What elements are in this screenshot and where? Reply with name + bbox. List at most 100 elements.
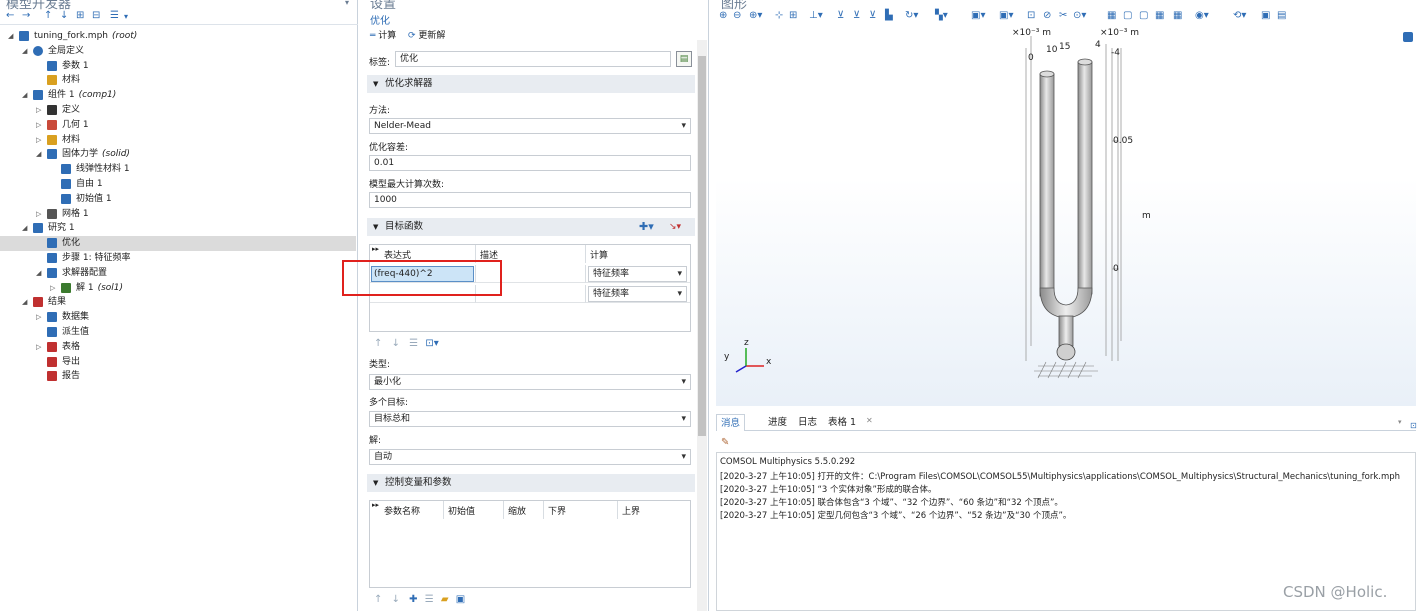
collapsed-arrow-icon[interactable]: ▷ bbox=[36, 340, 41, 355]
optimality-tolerance-field[interactable]: 0.01 bbox=[369, 155, 691, 171]
objective-row-2-evaluate-select[interactable]: 特征频率 bbox=[588, 286, 687, 302]
collapsed-arrow-icon[interactable]: ▷ bbox=[36, 118, 41, 133]
select-box-icon[interactable]: ▣▾ bbox=[999, 10, 1013, 21]
tree-item[interactable]: ▷ 网格 1 bbox=[0, 207, 356, 222]
hide-icon[interactable]: ✂ bbox=[1059, 10, 1067, 21]
edit-node-icon[interactable]: ▤ bbox=[676, 51, 692, 67]
method-select[interactable]: Nelder-Mead bbox=[369, 118, 691, 134]
show-more-icon[interactable]: ☰ bbox=[110, 10, 119, 21]
view-yz-icon[interactable]: ⊻ bbox=[853, 10, 860, 21]
select-icon[interactable]: ▣▾ bbox=[971, 10, 985, 21]
objective-row-1-evaluate-select[interactable]: 特征频率 bbox=[588, 266, 687, 282]
tree-item[interactable]: ◢ tuning_fork.mph (root) bbox=[0, 29, 356, 44]
scene-light-icon[interactable]: ▢ bbox=[1139, 10, 1148, 21]
tree-item[interactable]: ▷ 解 1 (sol1) bbox=[0, 281, 356, 296]
tree-item[interactable]: 报告 bbox=[0, 369, 356, 384]
tree-item[interactable]: ▷ 定义 bbox=[0, 103, 356, 118]
tree-item[interactable]: ◢ 全局定义 bbox=[0, 44, 356, 59]
collapsed-arrow-icon[interactable]: ▷ bbox=[36, 103, 41, 118]
clear-messages-icon[interactable]: ✎ bbox=[721, 437, 729, 448]
expand-all-icon[interactable]: ⊞ bbox=[76, 10, 84, 21]
settings-scrollbar[interactable] bbox=[697, 40, 707, 611]
tree-item[interactable]: ▷ 几何 1 bbox=[0, 118, 356, 133]
move-up-icon[interactable]: ↑ bbox=[374, 338, 382, 349]
solution-select[interactable]: 自动 bbox=[369, 449, 691, 465]
view-zx-icon[interactable]: ⊻ bbox=[869, 10, 876, 21]
save-to-file-icon[interactable]: ▣ bbox=[456, 594, 465, 605]
tree-item[interactable]: ▷ 数据集 bbox=[0, 310, 356, 325]
tree-item[interactable]: 材料 bbox=[0, 73, 356, 88]
tree-item[interactable]: ◢ 组件 1 (comp1) bbox=[0, 88, 356, 103]
tree-item[interactable]: ◢ 固体力学 (solid) bbox=[0, 147, 356, 162]
expanded-arrow-icon[interactable]: ◢ bbox=[22, 44, 27, 59]
view-xy-icon[interactable]: ⊻ bbox=[837, 10, 844, 21]
compute-button[interactable]: ═ 计算 bbox=[370, 28, 396, 41]
graphics-view[interactable]: ×10⁻³ m ×10⁻³ m 0 10 15 4 -4 0.05 m 0 x … bbox=[716, 26, 1416, 406]
tree-item[interactable]: ◢ 研究 1 bbox=[0, 221, 356, 236]
rotate-icon[interactable]: ↻▾ bbox=[905, 10, 918, 21]
expanded-arrow-icon[interactable]: ◢ bbox=[22, 295, 27, 310]
move-down-icon[interactable]: ↓ bbox=[392, 338, 400, 349]
objective-row-2-evaluate-cell[interactable]: 特征频率 bbox=[586, 285, 690, 303]
expanded-arrow-icon[interactable]: ◢ bbox=[36, 266, 41, 281]
goto-source-icon[interactable]: ↘▾ bbox=[669, 218, 681, 236]
zoom-in-icon[interactable]: ⊕ bbox=[719, 10, 727, 21]
tree-item[interactable]: 步骤 1: 特征频率 bbox=[0, 251, 356, 266]
toolbar-dropdown-icon[interactable]: ▾ bbox=[124, 12, 128, 21]
view-axis-icon[interactable]: ⊥▾ bbox=[809, 10, 823, 21]
tree-item[interactable]: ◢ 结果 bbox=[0, 295, 356, 310]
tree-item[interactable]: 导出 bbox=[0, 355, 356, 370]
back-icon[interactable]: ← bbox=[6, 10, 14, 21]
panel-menu-icon[interactable]: ▾ bbox=[1398, 418, 1402, 426]
tab-progress[interactable]: 进度 bbox=[764, 414, 791, 431]
objective-function-section-header[interactable]: ▼ 目标函数 ✚▾ ↘▾ bbox=[367, 218, 695, 236]
expanded-arrow-icon[interactable]: ◢ bbox=[22, 221, 27, 236]
zoom-out-icon[interactable]: ⊖ bbox=[733, 10, 741, 21]
optimization-solver-section-header[interactable]: ▼ 优化求解器 bbox=[367, 75, 695, 93]
maximize-icon[interactable] bbox=[1403, 32, 1413, 42]
tree-item[interactable]: 线弹性材料 1 bbox=[0, 162, 356, 177]
move-up-icon[interactable]: ↑ bbox=[374, 594, 382, 605]
add-icon[interactable]: ✚▾ bbox=[639, 218, 654, 236]
tab-table-1[interactable]: 表格 1 bbox=[824, 414, 860, 431]
collapse-all-icon[interactable]: ⊟ bbox=[92, 10, 100, 21]
move-down-icon[interactable]: ↓ bbox=[392, 594, 400, 605]
move-down-icon[interactable]: ↓ bbox=[60, 10, 68, 21]
update-solution-button[interactable]: ⟳ 更新解 bbox=[408, 28, 445, 41]
collapsed-arrow-icon[interactable]: ▷ bbox=[36, 207, 41, 222]
tree-item[interactable]: 自由 1 bbox=[0, 177, 356, 192]
scrollbar-thumb[interactable] bbox=[698, 56, 706, 436]
multiple-objectives-select[interactable]: 目标总和 bbox=[369, 411, 691, 427]
camera-icon[interactable]: ▣ bbox=[1261, 10, 1270, 21]
type-select[interactable]: 最小化 bbox=[369, 374, 691, 390]
max-evaluations-field[interactable]: 1000 bbox=[369, 192, 691, 208]
clear-selection-icon[interactable]: ⊘ bbox=[1043, 10, 1051, 21]
zoom-selection-icon[interactable]: ⊞ bbox=[789, 10, 797, 21]
axis-orientation-icon[interactable]: ▦ bbox=[1173, 10, 1182, 21]
zoom-to-selection-icon[interactable]: ⊡ bbox=[1027, 10, 1035, 21]
wireframe-icon[interactable]: ▦ bbox=[1107, 10, 1116, 21]
tree-item[interactable]: 参数 1 bbox=[0, 59, 356, 74]
load-from-file-icon[interactable]: ▰ bbox=[441, 594, 449, 605]
visibility-icon[interactable]: ⊙▾ bbox=[1073, 10, 1086, 21]
tree-item[interactable]: ▷ 表格 bbox=[0, 340, 356, 355]
tag-field[interactable]: 优化 bbox=[395, 51, 671, 67]
zoom-box-icon[interactable]: ⊕▾ bbox=[749, 10, 762, 21]
transparency-icon[interactable]: ▢ bbox=[1123, 10, 1132, 21]
tab-messages[interactable]: 消息 bbox=[716, 414, 746, 431]
tree-item[interactable]: 初始值 1 bbox=[0, 192, 356, 207]
move-up-icon[interactable]: ↑ bbox=[44, 10, 52, 21]
expanded-arrow-icon[interactable]: ◢ bbox=[8, 29, 13, 44]
zoom-extents-icon[interactable]: ⊹ bbox=[775, 10, 783, 21]
tree-item[interactable]: ▷ 材料 bbox=[0, 133, 356, 148]
tree-item[interactable]: ◢ 求解器配置 bbox=[0, 266, 356, 281]
print-icon[interactable]: ▤ bbox=[1277, 10, 1286, 21]
clear-table-icon[interactable]: ☰ bbox=[425, 594, 434, 605]
add-icon[interactable]: ✚ bbox=[409, 594, 417, 605]
sphere-icon[interactable]: ◉▾ bbox=[1195, 10, 1209, 21]
collapsed-arrow-icon[interactable]: ▷ bbox=[36, 133, 41, 148]
clear-table-icon[interactable]: ☰ bbox=[409, 338, 418, 349]
control-variables-section-header[interactable]: ▼ 控制变量和参数 bbox=[367, 474, 695, 492]
grid-icon[interactable]: ▦ bbox=[1155, 10, 1164, 21]
collapsed-arrow-icon[interactable]: ▷ bbox=[50, 281, 55, 296]
